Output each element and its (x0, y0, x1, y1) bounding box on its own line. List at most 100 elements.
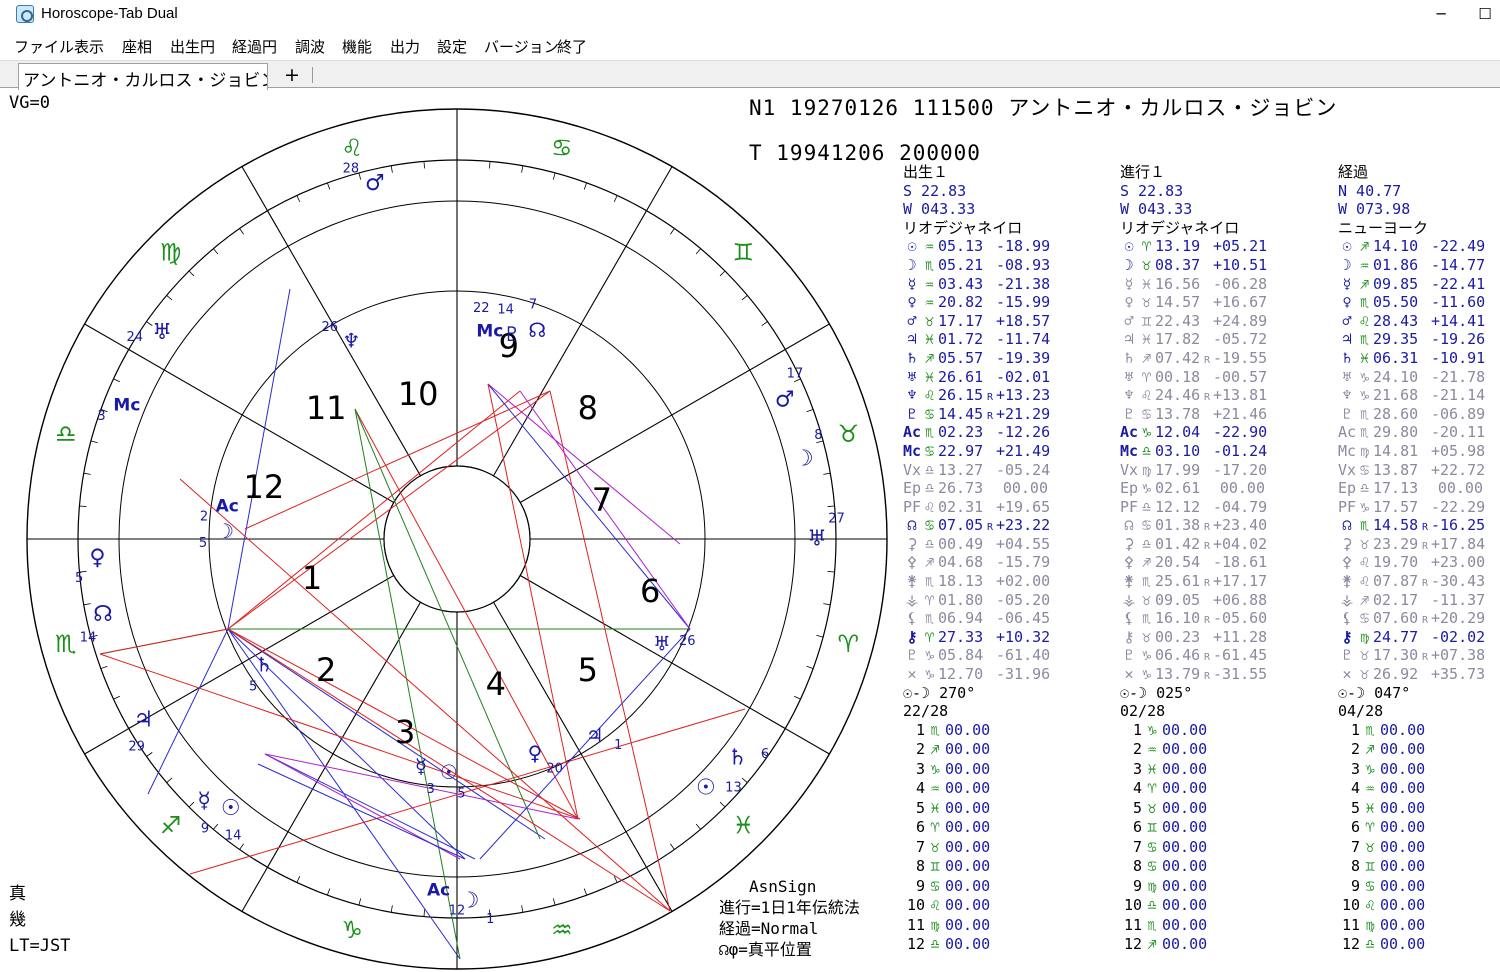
house-degree: 00.00 (1380, 798, 1426, 817)
planet-row: ☽ ♒ 01.86 -14.77 (1338, 256, 1500, 275)
house-number-4: 4 (486, 665, 506, 703)
degree-tick (768, 718, 786, 729)
house-degree: 00.00 (1162, 720, 1208, 739)
planet-row: ♇ ♋ 14.45 R +21.29 (903, 405, 1093, 424)
transit-planet-degree: 14 (80, 630, 97, 645)
footer-progression: 進行=1日1年伝統法 (719, 898, 860, 917)
menu-transit-circle[interactable]: 経過円 (232, 36, 277, 57)
planet-declination: -18.61 (1213, 553, 1268, 572)
transit-planet-degree: 13 (725, 780, 742, 795)
house-number-7: 7 (592, 481, 612, 519)
house-number: 3 (1350, 759, 1360, 778)
house-degree: 00.00 (1162, 915, 1208, 934)
planet-row: ⚴ ♐ 04.68 -15.79 (903, 553, 1093, 572)
add-tab-button[interactable]: + (276, 64, 308, 86)
menu-view[interactable]: 表示 (74, 36, 104, 57)
planet-declination: -06.89 (1431, 404, 1486, 423)
menu-functions[interactable]: 機能 (342, 36, 372, 57)
house-number-10: 10 (398, 375, 439, 413)
planet-glyph: ♃ (1342, 330, 1352, 349)
house-row: 8 ♊ 00.00 (903, 857, 1093, 877)
planet-row: ☊ ♋ 07.05 R +23.22 (903, 516, 1093, 535)
maximize-button[interactable]: ☐ (1470, 2, 1500, 26)
degree-tick (166, 777, 173, 783)
zodiac-sign-11: ♍ (160, 239, 182, 267)
house-number: 7 (1132, 837, 1142, 856)
planet-degree: 26.73 (938, 479, 984, 498)
planet-degree: 13.87 (1373, 460, 1419, 479)
planet-row: ♅ ♈ 00.18 -00.57 (1120, 368, 1310, 387)
sun-moon-aspect: ☉-☽ 025° (1120, 683, 1193, 702)
planet-row: Mc ♍ 14.81 +05.98 (1338, 442, 1500, 461)
planet-row: PF ♑ 17.57 -22.29 (1338, 498, 1500, 517)
house-sign: ♊ (1365, 857, 1375, 876)
house-sign: ♈ (930, 818, 940, 837)
menu-output[interactable]: 出力 (390, 36, 420, 57)
planet-declination: +21.49 (996, 441, 1051, 460)
planet-sign: ♉ (1141, 627, 1152, 646)
planet-declination: -31.55 (1213, 665, 1268, 684)
house-degree: 00.00 (1380, 896, 1426, 915)
house-degree: 00.00 (945, 720, 991, 739)
menu-settings[interactable]: 設定 (437, 36, 467, 57)
planet-row: ♆ ♌ 24.46 R +13.81 (1120, 386, 1310, 405)
house-row: 4 ♈ 00.00 (1120, 779, 1310, 799)
planet-degree: 26.92 (1373, 665, 1419, 684)
planet-row: Ac ♏ 29.80 -20.11 (1338, 423, 1500, 442)
house-degree: 00.00 (1162, 837, 1208, 856)
tab-chart[interactable]: アントニオ・カルロス・ジョビン (18, 63, 268, 90)
minimize-button[interactable]: ─ (1426, 2, 1456, 26)
planet-declination: +23.40 (1213, 516, 1268, 535)
degree-tick (741, 777, 748, 783)
house-sign: ♎ (1365, 935, 1375, 954)
planet-sign: ♈ (1141, 237, 1152, 256)
planet-glyph: ☉ (907, 237, 917, 256)
planet-degree: 17.30 (1373, 646, 1419, 665)
planet-sign: ♋ (1141, 404, 1152, 423)
planet-declination: +05.98 (1431, 441, 1486, 460)
planet-declination: +06.88 (1213, 590, 1268, 609)
menu-version[interactable]: バージョン (484, 36, 559, 57)
degree-tick (146, 752, 153, 757)
menu-file[interactable]: ファイル (14, 36, 74, 57)
transit-planet-8: ☉ (221, 796, 241, 821)
menu-harmonics[interactable]: 調波 (295, 36, 325, 57)
column-lon: W 073.98 (1338, 200, 1411, 219)
degree-tick (213, 248, 219, 255)
planet-row: ⚶ ♉ 09.05 +06.88 (1120, 591, 1310, 610)
natal-planet-7: ♄ (255, 652, 273, 676)
degree-tick (100, 665, 108, 670)
planet-glyph: ♇ (907, 404, 917, 423)
planet-sign: ♌ (1141, 386, 1152, 405)
menu-aspects[interactable]: 座相 (122, 36, 152, 57)
house-row: 4 ♒ 00.00 (1338, 779, 1500, 799)
horoscope-wheel[interactable]: ♏♐♑ ♒♓♈♉♊♋♌♍♎ 1234 56789101112 ♂28♅24Mc3♀5… (0, 89, 900, 972)
planet-degree: 20.54 (1155, 553, 1201, 572)
planet-degree: 07.05 (938, 516, 984, 535)
natal-planet-12: ♅ (653, 631, 671, 655)
planet-row: ⚶ ♐ 02.17 -11.37 (1338, 591, 1500, 610)
planet-sign: ♏ (924, 255, 935, 274)
menu-natal-circle[interactable]: 出生円 (170, 36, 215, 57)
menu-exit[interactable]: 終了 (557, 36, 587, 57)
planet-declination: 00.00 (1219, 479, 1265, 498)
planet-glyph: ♇ (1124, 646, 1134, 665)
planet-degree: 29.80 (1373, 423, 1419, 442)
degree-tick (423, 161, 425, 169)
degree-tick (636, 850, 647, 868)
planet-row: ⚵ ♏ 18.13 +02.00 (903, 572, 1093, 591)
degree-tick (768, 349, 786, 360)
planet-sign: ♑ (1359, 386, 1370, 405)
house-sign: ♑ (1147, 720, 1157, 739)
planet-glyph: Vx (1120, 460, 1139, 479)
planet-declination: -15.99 (996, 293, 1051, 312)
house-degree: 00.00 (1380, 915, 1426, 934)
planet-degree: 03.10 (1155, 441, 1201, 460)
planet-declination: +05.21 (1213, 237, 1268, 256)
planet-degree: 16.10 (1155, 609, 1201, 628)
planet-declination: -05.60 (1213, 609, 1268, 628)
house-degree: 00.00 (1162, 779, 1208, 798)
house-sign: ♒ (930, 779, 940, 798)
natal-planet-10: ♀ (528, 741, 543, 765)
planet-sign: ♒ (924, 274, 935, 293)
